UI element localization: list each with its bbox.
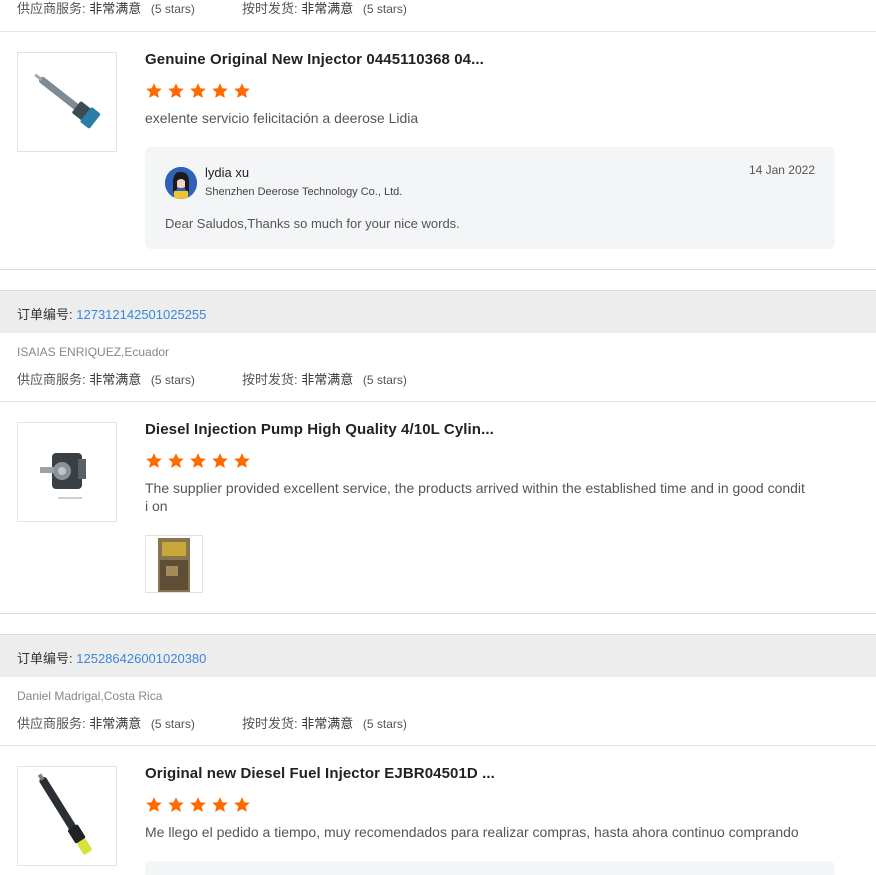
delivery-label: 按时发货:	[242, 1, 298, 16]
supplier-reply	[145, 861, 835, 875]
delivery-rating-row: 按时发货: 非常满意 (5 stars)	[242, 713, 407, 732]
star-icon	[146, 83, 162, 98]
star-icon	[146, 797, 162, 812]
reply-text: Dear Saludos,Thanks so much for your nic…	[165, 216, 460, 231]
review-photo[interactable]	[145, 535, 203, 593]
avatar	[165, 167, 197, 199]
order-number-label: 订单编号:	[17, 307, 73, 322]
star-icon	[168, 453, 184, 468]
review-comment: Me llego el pedido a tiempo, muy recomen…	[145, 824, 799, 840]
reply-company: Shenzhen Deerose Technology Co., Ltd.	[205, 186, 403, 198]
star-icon	[234, 453, 250, 468]
supplier-service-value: 非常满意	[89, 372, 142, 387]
divider	[0, 269, 876, 270]
star-icon	[168, 797, 184, 812]
supplier-service-stars: (5 stars)	[150, 2, 195, 16]
delivery-label: 按时发货:	[242, 716, 298, 731]
star-rating	[145, 796, 251, 814]
supplier-rating-row: 供应商服务: 非常满意 (5 stars)	[17, 0, 195, 17]
supplier-service-value: 非常满意	[89, 1, 142, 16]
star-rating	[145, 82, 251, 100]
order-number-link[interactable]: 127312142501025255	[76, 307, 206, 322]
supplier-service-stars: (5 stars)	[150, 373, 195, 387]
product-thumbnail[interactable]	[17, 52, 117, 152]
reply-date: 14 Jan 2022	[748, 163, 815, 177]
order-number-link[interactable]: 125286426001020380	[76, 651, 206, 666]
delivery-stars: (5 stars)	[362, 373, 407, 387]
supplier-rating-row: 供应商服务: 非常满意 (5 stars)	[17, 713, 195, 732]
star-rating	[145, 452, 251, 470]
star-icon	[168, 83, 184, 98]
reply-author-name: lydia xu	[205, 165, 250, 180]
supplier-service-label: 供应商服务:	[17, 716, 86, 731]
product-title[interactable]: Original new Diesel Fuel Injector EJBR04…	[145, 765, 495, 782]
order-number-label: 订单编号:	[17, 651, 73, 666]
product-title[interactable]: Diesel Injection Pump High Quality 4/10L…	[145, 421, 494, 438]
delivery-value: 非常满意	[301, 716, 354, 731]
supplier-service-stars: (5 stars)	[150, 717, 195, 731]
star-icon	[212, 83, 228, 98]
delivery-value: 非常满意	[301, 372, 354, 387]
star-icon	[234, 83, 250, 98]
divider	[0, 613, 876, 614]
order-header: 订单编号: 125286426001020380	[0, 634, 876, 677]
supplier-service-value: 非常满意	[89, 716, 142, 731]
buyer-info: ISAIAS ENRIQUEZ,Ecuador	[17, 345, 170, 359]
supplier-service-label: 供应商服务:	[17, 1, 86, 16]
delivery-stars: (5 stars)	[362, 2, 407, 16]
delivery-stars: (5 stars)	[362, 717, 407, 731]
star-icon	[190, 797, 206, 812]
star-icon	[146, 453, 162, 468]
star-icon	[212, 453, 228, 468]
star-icon	[190, 453, 206, 468]
supplier-rating-row: 供应商服务: 非常满意 (5 stars)	[17, 369, 195, 388]
product-title[interactable]: Genuine Original New Injector 0445110368…	[145, 51, 484, 68]
product-thumbnail[interactable]	[17, 766, 117, 866]
supplier-reply: lydia xu Shenzhen Deerose Technology Co.…	[145, 147, 835, 249]
delivery-value: 非常满意	[301, 1, 354, 16]
order-header: 订单编号: 127312142501025255	[0, 290, 876, 333]
delivery-rating-row: 按时发货: 非常满意 (5 stars)	[242, 0, 407, 17]
delivery-label: 按时发货:	[242, 372, 298, 387]
star-icon	[212, 797, 228, 812]
delivery-rating-row: 按时发货: 非常满意 (5 stars)	[242, 369, 407, 388]
star-icon	[234, 797, 250, 812]
review-comment: exelente servicio felicitación a deerose…	[145, 110, 419, 126]
product-thumbnail[interactable]	[17, 422, 117, 522]
supplier-service-label: 供应商服务:	[17, 372, 86, 387]
divider	[0, 745, 876, 746]
star-icon	[190, 83, 206, 98]
divider	[0, 401, 876, 402]
review-comment: The supplier provided excellent service,…	[145, 480, 805, 514]
buyer-info: Daniel Madrigal,Costa Rica	[17, 689, 163, 703]
divider	[0, 31, 876, 32]
